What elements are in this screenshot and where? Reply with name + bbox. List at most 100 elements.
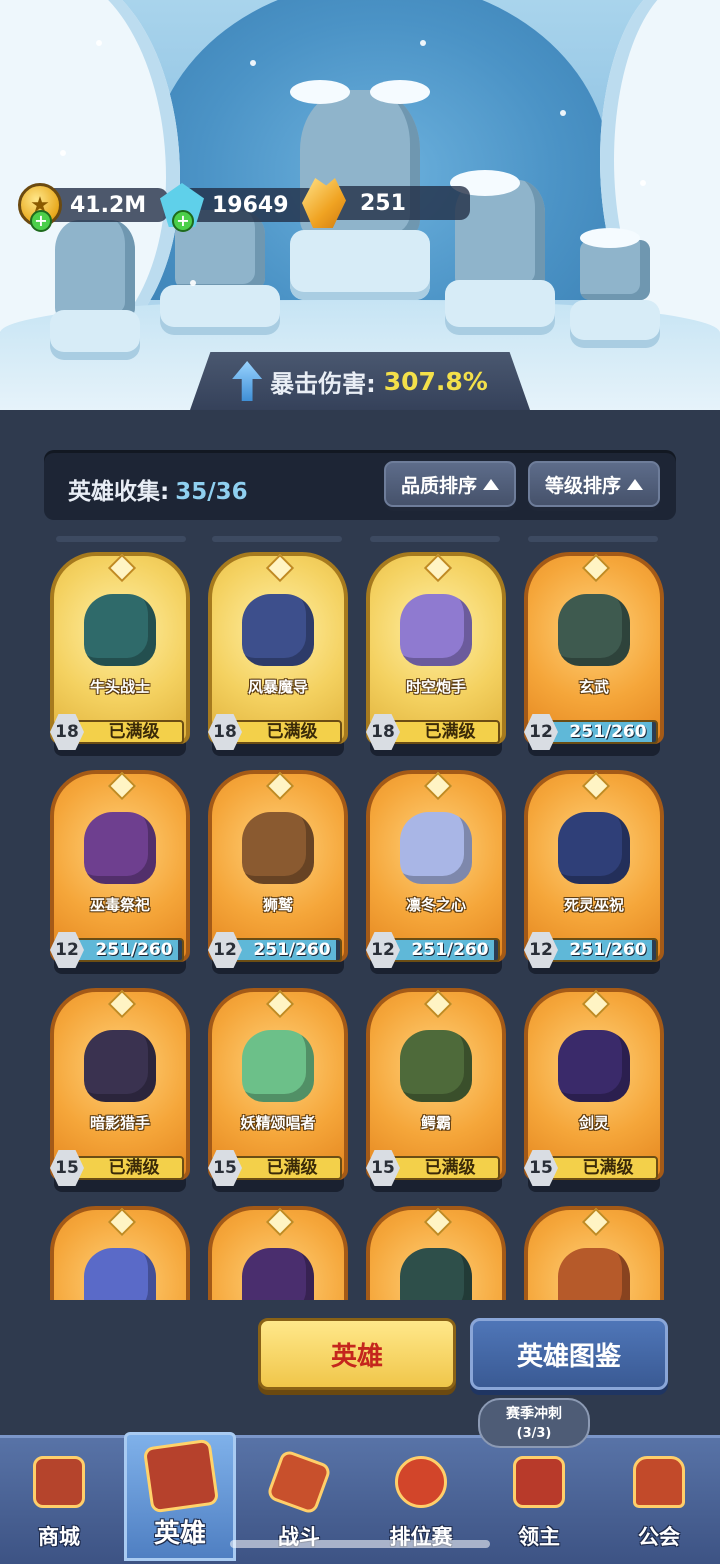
sort-quality-button[interactable]: 品质排序 [384,461,516,507]
hero-name: 玄武 [578,678,609,696]
hero-name: 风暴魔导 [247,678,308,696]
gold-counter[interactable]: ★ + 41.2M [18,183,168,232]
hero-card[interactable]: 时空炮手 已满级 18 [366,552,506,758]
hero-card[interactable]: 狮鹫 251/260 12 [208,770,348,976]
nav-shop-label: 商城 [38,1525,80,1549]
hero-portrait [72,800,168,896]
nav-lord-label: 领主 [518,1525,560,1549]
hero-name: 凛冬之心 [405,896,466,914]
hero-portrait [72,582,168,678]
nav-guild-label: 公会 [638,1525,680,1549]
sort-level-label: 等级排序 [544,474,621,497]
hero-name: 妖精颂唱者 [240,1114,316,1132]
home-indicator [230,1540,490,1548]
hero-card[interactable]: 死灵巫祝 251/260 12 [524,770,664,976]
hero-portrait [230,1018,326,1114]
crit-value: 307.8% [383,366,488,396]
hero-codex-button[interactable]: 英雄图鉴 [470,1318,668,1390]
hero-status: 已满级 [108,722,160,742]
hero-figure-icon [400,812,472,884]
hero-figure-icon [242,1030,314,1102]
hero-card[interactable] [524,1206,664,1300]
hero-card[interactable] [208,1206,348,1300]
hero-card[interactable]: 玄武 251/260 12 [524,552,664,758]
hero-status: 251/260 [569,940,647,960]
hero-card[interactable]: 风暴魔导 已满级 18 [208,552,348,758]
add-gold-icon[interactable]: + [30,210,52,232]
sort-up-icon [483,478,499,490]
hero-portrait [230,582,326,678]
hero-tab-label: 英雄 [330,1341,383,1372]
gem-value: 19649 [212,192,289,218]
hero-card[interactable] [366,1206,506,1300]
hero-status: 已满级 [424,1158,476,1178]
sort-up-icon [627,478,643,490]
hero-card[interactable]: 牛头战士 已满级 18 [50,552,190,758]
collection-value: 35/36 [175,479,248,505]
season-sprint-bubble[interactable]: 赛季冲刺 (3/3) [478,1398,590,1448]
hero-name: 剑灵 [578,1114,609,1132]
hero-figure-icon [400,594,472,666]
hero-name: 时空炮手 [405,678,466,696]
hero-portrait [546,800,642,896]
snowflake [420,40,426,46]
add-gem-icon[interactable]: + [172,210,194,232]
hero-card[interactable]: 凛冬之心 251/260 12 [366,770,506,976]
hero-status: 已满级 [108,1158,160,1178]
hero-figure-icon [242,812,314,884]
hero-figure-icon [558,1030,630,1102]
crit-label: 暴击伤害: [270,369,376,398]
hero-status: 已满级 [266,722,318,742]
gem-counter[interactable]: + 19649 [160,183,318,232]
season-sprint-title: 赛季冲刺 [506,1406,562,1422]
hero-figure-icon [558,1248,630,1300]
hero-name: 鳄霸 [420,1114,451,1132]
guild-hall-icon [633,1456,685,1508]
hero-figure-icon [84,1248,156,1300]
statue-left [40,210,150,360]
hero-figure-icon [400,1248,472,1300]
hero-portrait [546,1018,642,1114]
hero-figure-icon [242,1248,314,1300]
sort-level-button[interactable]: 等级排序 [528,461,660,507]
nav-hero[interactable]: 英雄 [124,1432,236,1561]
hero-tab-button[interactable]: 英雄 [258,1318,456,1390]
hero-status: 251/260 [253,940,331,960]
hero-card[interactable] [50,1206,190,1300]
shop-icon [33,1456,85,1508]
hero-portrait [388,1018,484,1114]
snowflake [96,40,102,46]
ranked-knot-icon [395,1456,447,1508]
hero-grid[interactable]: 牛头战士 已满级 18 风暴魔导 已满级 18 时空炮手 已满级 18 玄武 251/260 12 巫毒… [0,540,720,1300]
hero-status: 已满级 [582,1158,634,1178]
hero-cards-icon [142,1438,220,1514]
crit-damage-banner: 暴击伤害: 307.8% [190,352,530,410]
hero-status: 251/260 [95,940,173,960]
collection-label: 英雄收集: [68,479,170,505]
statue-robot [560,220,670,350]
hero-codex-label: 英雄图鉴 [516,1341,621,1372]
nav-shop[interactable]: 商城 [0,1440,118,1561]
hero-card[interactable]: 鳄霸 已满级 15 [366,988,506,1194]
hero-figure-icon [84,594,156,666]
nav-lord[interactable]: 领主 [480,1440,598,1561]
hero-status: 251/260 [411,940,489,960]
gold-value: 41.2M [70,192,147,218]
season-sprint-count: (3/3) [516,1426,552,1441]
hero-card[interactable]: 巫毒祭祀 251/260 12 [50,770,190,976]
nav-guild[interactable]: 公会 [600,1440,718,1561]
hero-card[interactable]: 妖精颂唱者 已满级 15 [208,988,348,1194]
snowflake [640,180,646,186]
snowflake [250,60,256,66]
hero-card[interactable]: 剑灵 已满级 15 [524,988,664,1194]
hero-card[interactable]: 暗影猎手 已满级 15 [50,988,190,1194]
hero-name: 狮鹫 [262,896,293,914]
hero-name: 牛头战士 [89,678,150,696]
hero-portrait [388,582,484,678]
hero-portrait [72,1018,168,1114]
battle-icon [265,1448,333,1516]
hero-figure-icon [400,1030,472,1102]
crystal-counter[interactable]: 251 [302,178,470,228]
collection-text: 英雄收集: 35/36 [68,472,248,506]
hero-status: 已满级 [266,1158,318,1178]
